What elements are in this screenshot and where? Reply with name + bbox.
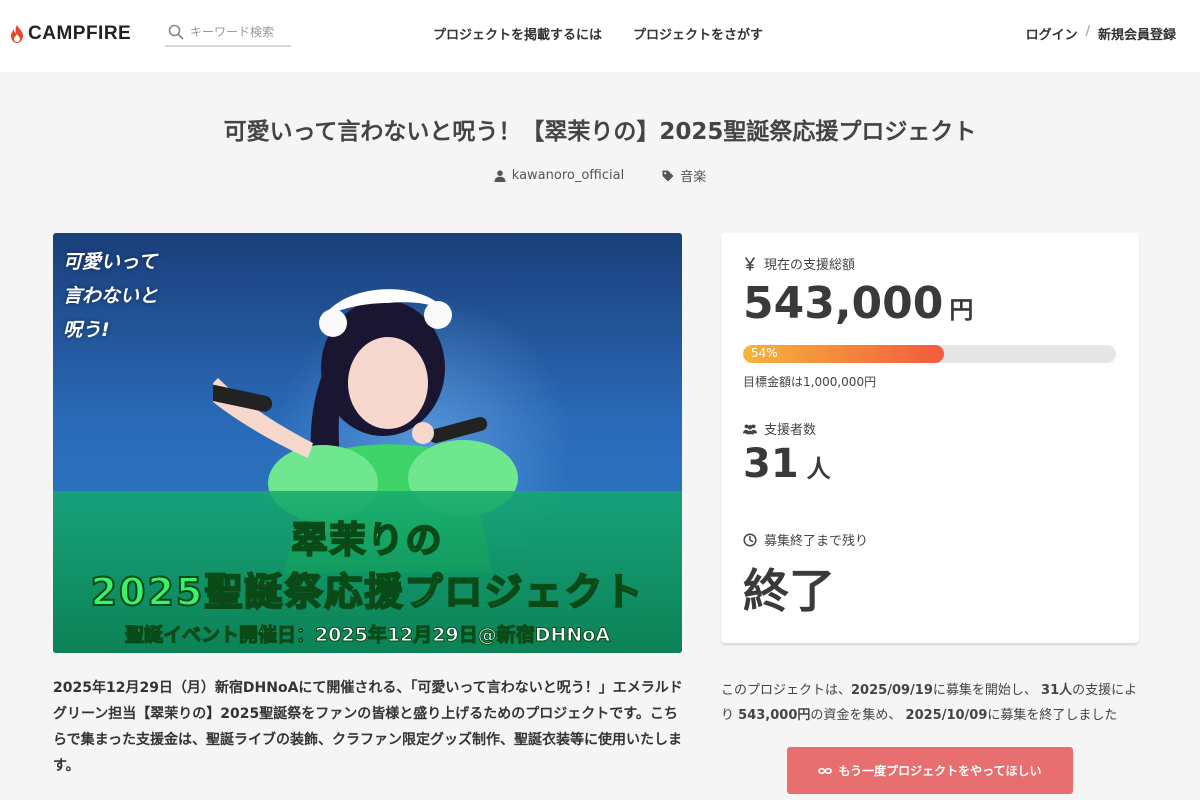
owner-name: kawanoro_official — [511, 168, 625, 183]
remaining-label: 募集終了まで残り — [743, 530, 868, 549]
tag-icon — [662, 170, 674, 181]
total-label: 現在の支援総額 — [743, 254, 855, 273]
campfire-logo[interactable]: CAMPFIRE — [10, 22, 131, 46]
summary-backers: 31人 — [1041, 683, 1073, 698]
hero-headline-project: 2025聖誕祭応援プロジェクト — [90, 569, 645, 615]
users-icon — [743, 423, 757, 434]
backers-unit: 人 — [806, 455, 831, 483]
clock-icon — [743, 532, 757, 547]
total-amount: 543,000 円 — [743, 278, 973, 329]
hero-headline-name: 翠茉りの — [290, 519, 444, 562]
progress-percent: 54% — [751, 346, 778, 360]
nav-post-project[interactable]: プロジェクトを掲載するには — [433, 24, 602, 43]
owner-link[interactable]: kawanoro_official — [494, 166, 624, 185]
summary-start-date: 2025/09/19 — [851, 683, 933, 698]
hero-group-logo: 可愛いって 言わないと 呪う! — [63, 245, 183, 347]
remaining-label-text: 募集終了まで残り — [764, 534, 869, 549]
auth-links: ログイン / 新規会員登録 — [1026, 24, 1176, 43]
login-link[interactable]: ログイン — [1026, 24, 1078, 43]
search-icon — [168, 24, 184, 39]
total-amount-value: 543,000 — [743, 278, 944, 329]
backers-label: 支援者数 — [743, 419, 816, 438]
summary-text: の資金を集め、 — [810, 708, 902, 723]
total-amount-unit: 円 — [949, 296, 974, 324]
summary-amount: 543,000円 — [738, 708, 811, 723]
category-name: 音楽 — [680, 170, 707, 185]
logo-text: CAMPFIRE — [28, 23, 132, 44]
request-again-button[interactable]: もう一度プロジェクトをやってほしい — [787, 747, 1073, 794]
nav-find-project[interactable]: プロジェクトをさがす — [633, 24, 763, 43]
search-input[interactable] — [190, 24, 286, 39]
hero-logo-line: 呪う! — [63, 319, 110, 341]
infinity-icon — [818, 767, 833, 774]
signup-link[interactable]: 新規会員登録 — [1098, 24, 1176, 43]
backers-label-text: 支援者数 — [764, 423, 817, 438]
flame-icon — [11, 25, 23, 43]
hero-event-date: 聖誕イベント開催日：2025年12月29日@新宿DHNoA — [124, 624, 611, 647]
summary-text: に募集を開始し、 — [932, 683, 1037, 698]
hero-logo-line: 言わないと — [63, 285, 159, 307]
remaining-value: 終了 — [743, 564, 835, 618]
site-header: CAMPFIRE プロジェクトを掲載するには プロジェクトをさがす ログイン /… — [0, 0, 1200, 72]
backers-value: 31 — [743, 441, 799, 487]
request-again-label: もう一度プロジェクトをやってほしい — [838, 764, 1042, 778]
summary-text: に募集を終了しました — [987, 708, 1118, 723]
project-main-image: 可愛いって 言わないと 呪う! 翠茉りの 2025聖誕祭応援プロジェクト 聖誕イ… — [53, 233, 682, 653]
funding-progress-bar: 54% — [743, 345, 1116, 363]
hero-logo-line: 可愛いって — [63, 251, 158, 273]
yen-icon — [745, 256, 755, 271]
project-title: 可愛いって言わないと呪う！【翠茉りの】2025聖誕祭応援プロジェクト — [223, 119, 977, 145]
backers-count: 31 人 — [743, 441, 831, 487]
project-summary: このプロジェクトは、2025/09/19に募集を開始し、 31人の支援により 5… — [721, 678, 1141, 728]
search-box[interactable] — [165, 18, 291, 47]
project-meta: kawanoro_official 音楽 — [0, 166, 1200, 185]
progress-fill: 54% — [743, 345, 945, 363]
project-description: 2025年12月29日（月）新宿DHNoAにて開催される、「可愛いって言わないと… — [53, 680, 683, 774]
summary-text: このプロジェクトは、 — [721, 683, 852, 698]
summary-end-date: 2025/10/09 — [905, 708, 988, 723]
auth-separator: / — [1085, 24, 1090, 39]
goal-amount: 目標金額は1,000,000円 — [743, 375, 877, 389]
funding-stats-card: 現在の支援総額 543,000 円 54% 目標金額は1,000,000円 支援… — [721, 233, 1139, 643]
category-link[interactable]: 音楽 — [662, 166, 706, 185]
total-label-text: 現在の支援総額 — [764, 258, 856, 273]
user-icon — [494, 169, 506, 182]
